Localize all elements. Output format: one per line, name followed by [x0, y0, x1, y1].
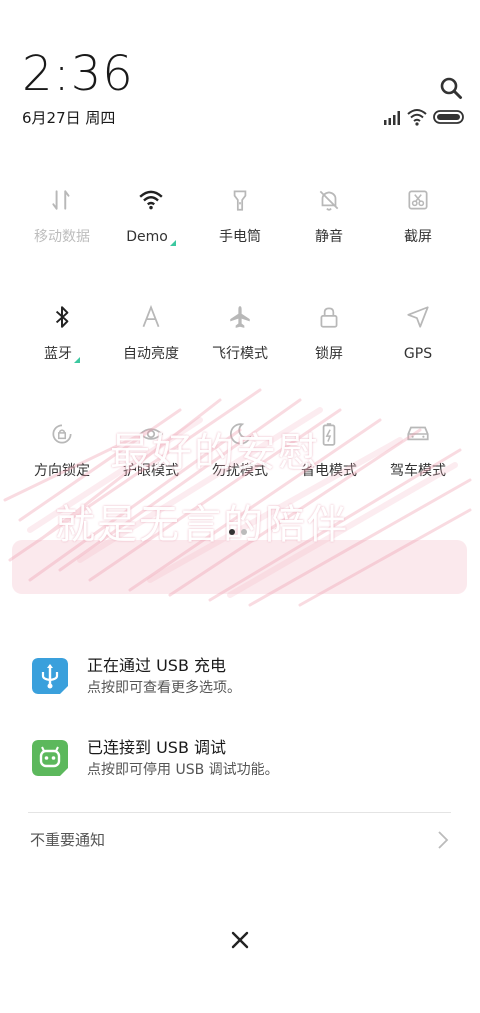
wifi-status-icon	[407, 109, 427, 126]
page-dot[interactable]	[241, 529, 247, 535]
location-icon	[370, 299, 466, 335]
toggle-label-text: Demo	[126, 229, 168, 245]
auto-brightness-icon	[103, 299, 199, 335]
notification-subtitle: 点按即可停用 USB 调试功能。	[87, 762, 279, 778]
toggle-label: Demo	[103, 228, 199, 246]
toggle-airplane[interactable]: 飞行模式	[192, 299, 288, 363]
toggle-lock[interactable]: 锁屏	[281, 299, 377, 363]
toggle-auto-brightness[interactable]: 自动亮度	[103, 299, 199, 363]
notification-title: 已连接到 USB 调试	[87, 738, 227, 757]
toggle-label-text: 自动亮度	[123, 346, 179, 362]
divider	[28, 812, 451, 813]
toggle-label-text: 手电筒	[219, 229, 261, 245]
toggle-location[interactable]: GPS	[370, 299, 466, 363]
screenshot-icon	[370, 182, 466, 218]
toggle-label: 锁屏	[281, 345, 377, 363]
page-indicator[interactable]	[226, 520, 250, 539]
signal-icon	[384, 111, 400, 125]
toggle-label-text: 锁屏	[315, 346, 343, 362]
android-icon	[32, 740, 68, 776]
toggle-label: 截屏	[370, 228, 466, 246]
close-icon[interactable]	[228, 928, 252, 952]
toggle-label-text: 截屏	[404, 229, 432, 245]
notification-subtitle: 点按即可查看更多选项。	[87, 680, 241, 696]
clock-time: 2:36	[22, 46, 134, 102]
mute-bell-icon	[281, 182, 377, 218]
toggle-mute-bell[interactable]: 静音	[281, 182, 377, 246]
battery-icon	[433, 110, 464, 124]
date-label: 6月27日 周四	[22, 109, 116, 127]
lock-icon	[281, 299, 377, 335]
more-indicator-icon[interactable]	[169, 240, 176, 246]
page-dot-active[interactable]	[229, 529, 235, 535]
toggle-label-text: 移动数据	[34, 229, 90, 245]
chevron-right-icon[interactable]	[436, 830, 450, 850]
notification-usb-charging[interactable]: 正在通过 USB 充电 点按即可查看更多选项。	[32, 656, 452, 702]
toggle-mobile-data[interactable]: 移动数据	[14, 182, 110, 246]
toggle-label-text: 飞行模式	[212, 346, 268, 362]
banner-line-1: 最好的安慰	[110, 430, 320, 476]
toggle-label: GPS	[370, 345, 466, 363]
notification-title: 正在通过 USB 充电	[87, 656, 227, 675]
mobile-data-icon	[14, 182, 110, 218]
toggle-label-text: GPS	[403, 346, 433, 362]
wifi-icon	[103, 182, 199, 218]
more-indicator-icon[interactable]	[74, 357, 80, 363]
banner-line-2: 就是无言的陪伴	[55, 502, 349, 548]
pink-brush-decoration	[3, 388, 472, 607]
toggle-bluetooth[interactable]: 蓝牙	[14, 299, 110, 363]
toggle-label: 静音	[281, 228, 377, 246]
usb-icon	[32, 658, 68, 694]
toggle-label-text: 蓝牙	[44, 346, 72, 362]
bluetooth-icon	[14, 299, 110, 335]
toggle-wifi[interactable]: Demo	[103, 182, 199, 246]
toggle-screenshot[interactable]: 截屏	[370, 182, 466, 246]
toggle-label: 自动亮度	[103, 345, 199, 363]
unimportant-notifications-label[interactable]: 不重要通知	[30, 829, 105, 850]
toggle-label-text: 静音	[315, 229, 343, 245]
toggle-label: 飞行模式	[192, 345, 288, 363]
toggle-label: 手电筒	[192, 228, 288, 246]
flashlight-icon	[192, 182, 288, 218]
toggle-flashlight[interactable]: 手电筒	[192, 182, 288, 246]
airplane-icon	[192, 299, 288, 335]
notification-usb-debug[interactable]: 已连接到 USB 调试 点按即可停用 USB 调试功能。	[32, 738, 452, 784]
toggle-label: 移动数据	[14, 228, 110, 246]
toggle-label: 蓝牙	[14, 345, 110, 363]
search-icon[interactable]	[439, 76, 463, 100]
